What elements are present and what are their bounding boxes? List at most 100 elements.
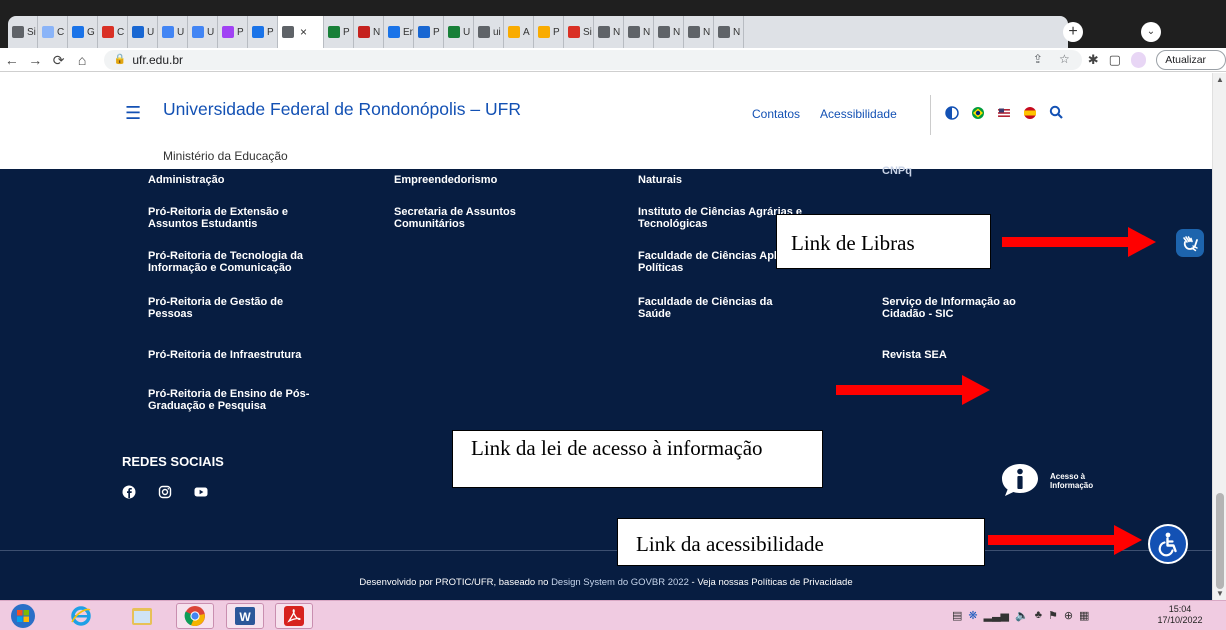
extensions-puzzle-icon[interactable]: ✱	[1088, 52, 1099, 68]
side-panel-icon[interactable]: ▢	[1109, 52, 1121, 68]
close-tab-icon[interactable]: ×	[300, 25, 307, 39]
spain-flag-icon[interactable]	[1023, 106, 1037, 120]
browser-tab[interactable]: ui	[474, 16, 504, 48]
browser-tab[interactable]: N	[624, 16, 654, 48]
design-system-link[interactable]: Design System do GOVBR 2022	[551, 577, 689, 588]
new-tab-button[interactable]: +	[1063, 22, 1083, 42]
footer-link[interactable]: Serviço de Informação ao Cidadão - SIC	[882, 296, 1062, 320]
usa-flag-icon[interactable]	[997, 106, 1011, 120]
signal-icon[interactable]: ▂▃▅	[984, 609, 1009, 622]
footer-link[interactable]: Naturais	[638, 174, 838, 186]
footer-link[interactable]: Empreendedorismo	[394, 174, 594, 186]
footer-link[interactable]: Administração	[148, 174, 348, 186]
footer-link[interactable]: Revista SEA	[882, 349, 1082, 361]
browser-tab[interactable]: P	[218, 16, 248, 48]
forward-button[interactable]: →	[23, 48, 46, 72]
tray-clipboard-icon[interactable]: ▦	[1079, 609, 1089, 622]
accessibility-button[interactable]	[1148, 524, 1188, 564]
taskbar-chrome[interactable]	[176, 603, 214, 629]
footer-link[interactable]: Pró-Reitoria de Gestão de Pessoas	[148, 296, 328, 320]
footer-link[interactable]: Pró-Reitoria de Infraestrutura	[148, 349, 348, 361]
contacts-link[interactable]: Contatos	[752, 107, 800, 121]
tab-favicon-icon	[252, 26, 264, 38]
tab-favicon-icon	[448, 26, 460, 38]
brazil-flag-icon[interactable]	[971, 106, 985, 120]
update-button[interactable]: Atualizar ⋮	[1156, 49, 1226, 84]
home-button[interactable]: ⌂	[70, 48, 93, 72]
footer-link[interactable]: CNPq	[882, 165, 1082, 177]
footer-link[interactable]: Pró-Reitoria de Extensão e Assuntos Estu…	[148, 206, 338, 230]
browser-tab[interactable]: Si	[564, 16, 594, 48]
browser-tab[interactable]: U	[188, 16, 218, 48]
search-icon[interactable]	[1049, 105, 1063, 121]
volume-icon[interactable]: 🔈	[1015, 609, 1029, 622]
browser-tab[interactable]: U	[158, 16, 188, 48]
tray-flag-icon[interactable]: ⚑	[1048, 609, 1058, 622]
arrow-accessibility	[988, 525, 1142, 555]
address-bar[interactable]: 🔒 ufr.edu.br ⇪ ☆	[103, 49, 1082, 70]
browser-tab[interactable]: N	[654, 16, 684, 48]
share-icon[interactable]: ⇪	[1033, 52, 1043, 66]
accessibility-link[interactable]: Acessibilidade	[820, 107, 897, 121]
tab-title: Si	[27, 26, 36, 38]
browser-tab[interactable]: N	[684, 16, 714, 48]
browser-tab[interactable]: ×	[278, 16, 324, 48]
browser-tab[interactable]: P	[324, 16, 354, 48]
browser-tab[interactable]: U	[128, 16, 158, 48]
footer-link[interactable]: Faculdade de Ciências da Saúde	[638, 296, 808, 320]
tab-title: Er	[403, 26, 413, 38]
tray-search-icon[interactable]: ⊕	[1064, 609, 1073, 622]
tray-app-icon[interactable]: ♣	[1035, 609, 1042, 622]
web-page: ☰ Universidade Federal de Rondonópolis –…	[0, 73, 1212, 600]
browser-tab[interactable]: C	[38, 16, 68, 48]
site-title[interactable]: Universidade Federal de Rondonópolis – U…	[163, 99, 543, 120]
windows-orb-icon	[11, 604, 35, 628]
page-scrollbar[interactable]: ▲ ▼	[1212, 73, 1226, 600]
browser-tab[interactable]: N	[354, 16, 384, 48]
menu-icon[interactable]: ☰	[125, 103, 141, 124]
facebook-icon[interactable]	[122, 485, 136, 499]
svg-text:W: W	[239, 610, 251, 624]
browser-tab[interactable]: Er	[384, 16, 414, 48]
bluetooth-icon[interactable]: ❋	[968, 609, 977, 622]
scrollbar-thumb[interactable]	[1216, 493, 1224, 589]
contrast-icon[interactable]	[945, 106, 959, 120]
tab-title: P	[267, 26, 274, 38]
libras-button[interactable]	[1176, 229, 1204, 257]
tab-title: U	[147, 26, 155, 38]
scroll-up-icon[interactable]: ▲	[1216, 75, 1224, 84]
footer-link[interactable]: Pró-Reitoria de Ensino de Pós-Graduação …	[148, 388, 348, 412]
footer-link[interactable]: Secretaria de Assuntos Comunitários	[394, 206, 564, 230]
browser-tab[interactable]: Si	[8, 16, 38, 48]
scroll-down-icon[interactable]: ▼	[1216, 589, 1224, 598]
access-to-information-label[interactable]: Acesso à Informação	[1050, 472, 1110, 490]
instagram-icon[interactable]	[158, 485, 172, 499]
browser-tab[interactable]: G	[68, 16, 98, 48]
start-button[interactable]	[6, 603, 40, 629]
taskbar-word[interactable]: W	[226, 603, 264, 629]
tray-display-icon[interactable]: ▤	[952, 609, 962, 622]
browser-tab[interactable]: P	[248, 16, 278, 48]
browser-tab[interactable]: N	[714, 16, 744, 48]
browser-tab[interactable]: U	[444, 16, 474, 48]
reload-button[interactable]: ⟳	[47, 48, 70, 72]
information-icon[interactable]	[1000, 463, 1040, 497]
browser-tab[interactable]: C	[98, 16, 128, 48]
privacy-policy-link[interactable]: Veja nossas Políticas de Privacidade	[697, 577, 852, 588]
system-clock[interactable]: 15:04 17/10/2022	[1140, 604, 1220, 626]
browser-tab[interactable]: A	[504, 16, 534, 48]
footer-link[interactable]: Pró-Reitoria de Tecnologia da Informação…	[148, 250, 348, 274]
browser-tab[interactable]: P	[414, 16, 444, 48]
taskbar-acrobat[interactable]	[275, 603, 313, 629]
back-button[interactable]: ←	[0, 48, 23, 72]
tab-title: U	[177, 26, 185, 38]
bookmark-star-icon[interactable]: ☆	[1059, 52, 1070, 66]
youtube-icon[interactable]	[194, 485, 208, 499]
browser-tab[interactable]: P	[534, 16, 564, 48]
browser-tab[interactable]: N	[594, 16, 624, 48]
tab-search-button[interactable]: ⌄	[1141, 22, 1161, 42]
profile-avatar[interactable]	[1130, 51, 1147, 68]
taskbar-internet-explorer[interactable]	[62, 603, 100, 629]
folder-icon	[132, 608, 152, 625]
taskbar-file-explorer[interactable]	[123, 603, 161, 629]
